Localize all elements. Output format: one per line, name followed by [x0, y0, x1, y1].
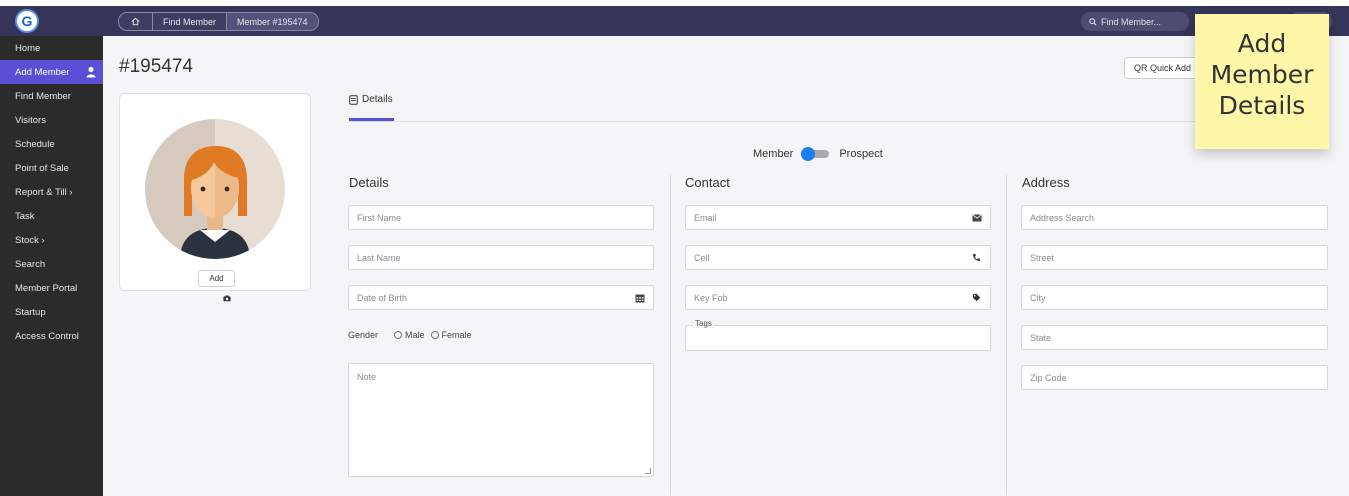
sidebar-item-label: Startup [15, 306, 46, 318]
tab-divider [349, 121, 1209, 122]
tab-details[interactable]: Details [349, 94, 393, 105]
cell-placeholder: Cell [694, 252, 710, 263]
sidebar: Home Add Member Find Member Visitors Sch… [0, 36, 103, 496]
address-heading: Address [1022, 175, 1070, 190]
sidebar-item-member-portal[interactable]: Member Portal [0, 276, 103, 300]
logo-letter: G [21, 13, 33, 29]
sidebar-item-label: Task [15, 210, 35, 222]
gender-female-label: Female [441, 330, 472, 340]
breadcrumb: Find Member Member #195474 [118, 12, 319, 31]
sidebar-item-access-control[interactable]: Access Control [0, 324, 103, 348]
avatar-card: Add [119, 93, 311, 302]
sidebar-item-add-member[interactable]: Add Member [0, 60, 103, 84]
radio-circle [394, 331, 403, 339]
email-field[interactable]: Email [685, 205, 991, 230]
sidebar-item-label: Search [15, 258, 46, 270]
member-prospect-toggle[interactable] [801, 147, 831, 161]
app-logo[interactable]: G [15, 9, 39, 33]
sticky-note-line: Add [1237, 29, 1287, 58]
camera-icon [223, 295, 231, 302]
qr-quick-add-button[interactable]: QR Quick Add [1124, 57, 1201, 79]
calendar-icon[interactable] [634, 292, 645, 303]
toggle-prospect-label: Prospect [839, 148, 883, 160]
sidebar-item-search[interactable]: Search [0, 252, 103, 276]
breadcrumb-home[interactable] [119, 13, 152, 30]
gender-male-label: Male [405, 330, 425, 340]
phone-icon [971, 252, 982, 263]
zip-code-field[interactable]: Zip Code [1021, 365, 1328, 390]
sidebar-item-task[interactable]: Task [0, 204, 103, 228]
dob-field[interactable]: Date of Birth [348, 285, 654, 310]
last-name-field[interactable]: Last Name [348, 245, 654, 270]
column-divider [1006, 175, 1007, 495]
tab-details-label: Details [362, 94, 393, 105]
toggle-member-label: Member [753, 148, 794, 160]
address-search-field[interactable]: Address Search [1021, 205, 1328, 230]
sidebar-item-label: Visitors [15, 114, 46, 126]
note-textarea[interactable]: Note [348, 363, 654, 477]
sidebar-item-label: Member Portal [15, 282, 78, 294]
top-bar: G Find Member Member #195474 Find Member… [0, 6, 1349, 36]
user-icon [86, 66, 96, 78]
sidebar-item-label: Report & Till › [15, 186, 73, 198]
sidebar-item-label: Point of Sale [15, 162, 69, 174]
sidebar-item-label: Home [15, 42, 41, 54]
key-fob-placeholder: Key Fob [694, 292, 728, 303]
add-photo-button[interactable]: Add [198, 270, 235, 302]
avatar [145, 119, 285, 259]
add-photo-label: Add [209, 274, 224, 283]
state-field[interactable]: State [1021, 325, 1328, 350]
breadcrumb-find-member[interactable]: Find Member [152, 13, 226, 30]
city-field[interactable]: City [1021, 285, 1328, 310]
sidebar-item-label: Find Member [15, 90, 71, 102]
radio-circle [430, 331, 439, 339]
tags-label: Tags [693, 319, 714, 328]
sticky-note-line: Member [1210, 60, 1314, 89]
sticky-note-line: Details [1218, 91, 1306, 120]
home-icon [131, 17, 140, 26]
member-type-toggle-row: Member Prospect [753, 147, 883, 161]
sticky-note: Add Member Details [1195, 14, 1329, 149]
sidebar-item-label: Add Member [15, 66, 70, 78]
sidebar-item-label: Schedule [15, 138, 55, 150]
first-name-field[interactable]: First Name [348, 205, 654, 230]
envelope-icon [971, 212, 982, 223]
gender-label: Gender [348, 330, 379, 340]
gender-group: Gender Male Female [348, 330, 472, 340]
sidebar-item-label: Access Control [15, 330, 79, 342]
sidebar-item-schedule[interactable]: Schedule [0, 132, 103, 156]
tags-input[interactable] [685, 325, 991, 351]
page-title: #195474 [119, 56, 193, 77]
tag-icon [971, 292, 982, 303]
gender-female-radio[interactable]: Female [430, 330, 472, 340]
cell-field[interactable]: Cell [685, 245, 991, 270]
note-placeholder: Note [357, 372, 377, 382]
gender-male-radio[interactable]: Male [394, 330, 425, 340]
sidebar-item-visitors[interactable]: Visitors [0, 108, 103, 132]
key-fob-field[interactable]: Key Fob [685, 285, 991, 310]
dob-placeholder: Date of Birth [357, 292, 408, 303]
global-search-placeholder: Find Member... [1101, 16, 1162, 27]
global-search-input[interactable]: Find Member... [1081, 12, 1189, 31]
column-divider [670, 175, 671, 495]
resize-handle[interactable] [645, 468, 651, 474]
sidebar-item-startup[interactable]: Startup [0, 300, 103, 324]
breadcrumb-current-member[interactable]: Member #195474 [226, 13, 318, 30]
sidebar-item-point-of-sale[interactable]: Point of Sale [0, 156, 103, 180]
sidebar-item-find-member[interactable]: Find Member [0, 84, 103, 108]
sidebar-item-home[interactable]: Home [0, 36, 103, 60]
document-icon [349, 94, 358, 105]
details-heading: Details [349, 175, 389, 190]
toggle-knob [801, 147, 816, 161]
contact-heading: Contact [685, 175, 730, 190]
sidebar-item-report-till[interactable]: Report & Till › [0, 180, 103, 204]
street-field[interactable]: Street [1021, 245, 1328, 270]
sidebar-item-stock[interactable]: Stock › [0, 228, 103, 252]
sidebar-item-label: Stock › [15, 234, 45, 246]
search-icon [1089, 17, 1097, 26]
email-placeholder: Email [694, 212, 717, 223]
